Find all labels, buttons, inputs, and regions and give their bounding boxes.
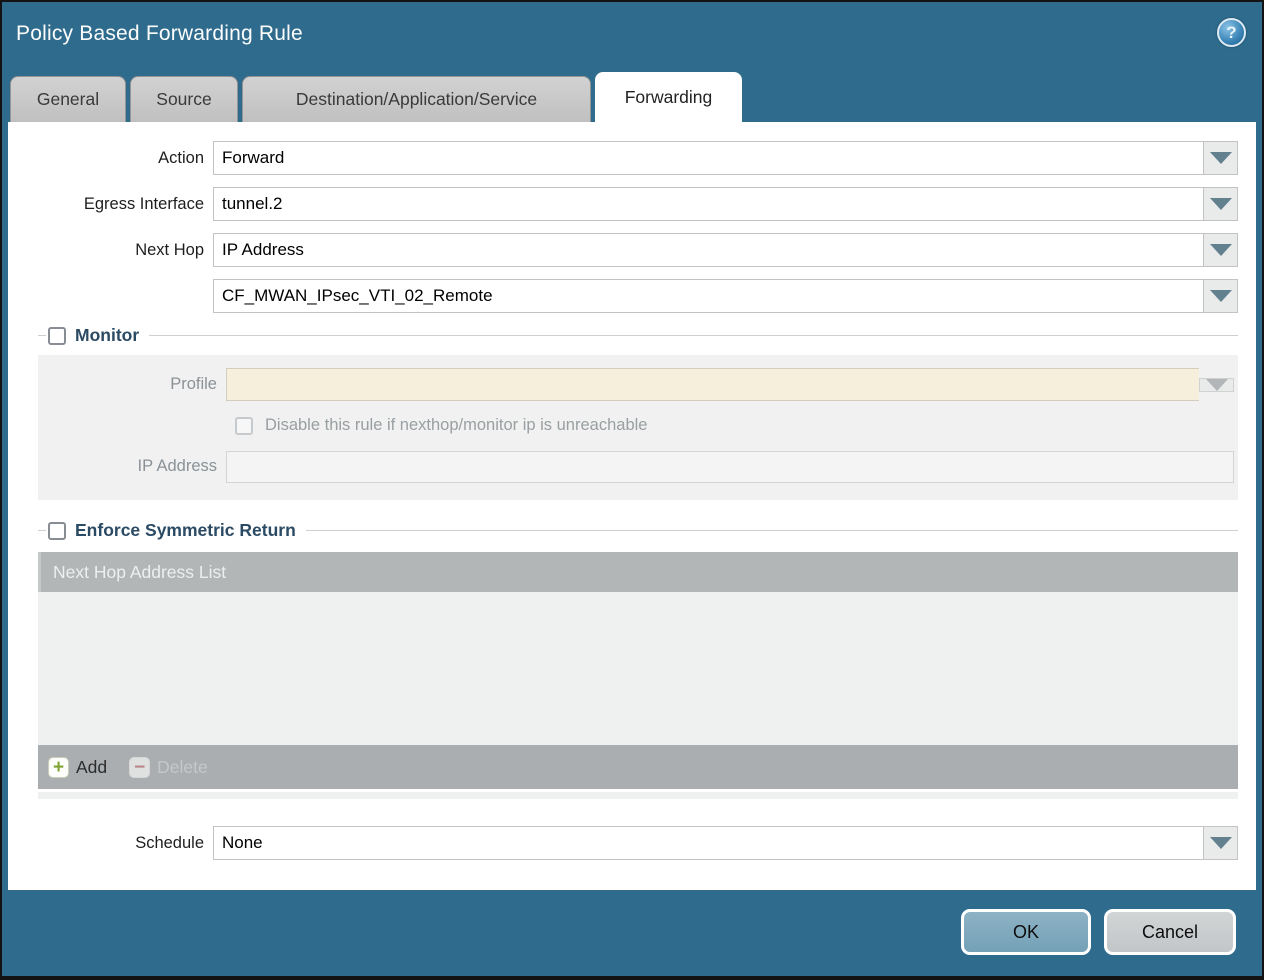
tab-label: Source (156, 89, 211, 110)
enforce-symmetric-return-checkbox[interactable] (48, 522, 66, 540)
table-footer-strip (38, 792, 1238, 799)
disable-rule-checkbox (235, 417, 253, 435)
tab-forwarding[interactable]: Forwarding (595, 72, 742, 122)
delete-button-label: Delete (157, 757, 208, 778)
tab-label: Forwarding (625, 87, 713, 108)
tab-destination-application-service[interactable]: Destination/Application/Service (242, 76, 591, 122)
table-body-empty (38, 592, 1238, 745)
add-button-label: Add (76, 757, 107, 778)
egress-interface-label: Egress Interface (8, 195, 213, 214)
table-button-bar: + Add − Delete (38, 745, 1238, 789)
schedule-select[interactable]: None (213, 826, 1203, 860)
next-hop-address-table: Next Hop Address List + Add − Delete (38, 552, 1238, 799)
add-button[interactable]: + Add (48, 757, 107, 778)
next-hop-address-dropdown-button[interactable] (1203, 279, 1238, 313)
schedule-dropdown-button[interactable] (1203, 826, 1238, 860)
chevron-down-icon (1206, 379, 1228, 391)
monitor-panel: Profile Disable this rule if nexthop/mon… (38, 355, 1238, 500)
action-row: Action Forward (8, 141, 1238, 175)
monitor-legend-label: Monitor (75, 325, 139, 346)
tab-strip: General Source Destination/Application/S… (10, 72, 746, 122)
ip-address-input (226, 451, 1234, 483)
table-column-header: Next Hop Address List (38, 552, 1238, 592)
monitor-section: Monitor Profile Disable this rule if nex… (38, 325, 1238, 500)
action-dropdown-button[interactable] (1203, 141, 1238, 175)
next-hop-dropdown-button[interactable] (1203, 233, 1238, 267)
help-button[interactable]: ? (1217, 18, 1246, 47)
chevron-down-icon (1210, 198, 1232, 210)
divider (38, 335, 46, 336)
egress-interface-row: Egress Interface tunnel.2 (8, 187, 1238, 221)
disable-rule-row: Disable this rule if nexthop/monitor ip … (235, 416, 1234, 435)
schedule-label: Schedule (8, 834, 213, 853)
divider (149, 335, 1238, 336)
action-label: Action (8, 149, 213, 168)
enforce-legend-row: Enforce Symmetric Return (38, 520, 1238, 541)
next-hop-address-select[interactable]: CF_MWAN_IPsec_VTI_02_Remote (213, 279, 1203, 313)
profile-select (226, 368, 1199, 401)
help-icon: ? (1226, 24, 1236, 41)
profile-row: Profile (38, 368, 1234, 401)
next-hop-address-row: CF_MWAN_IPsec_VTI_02_Remote (8, 279, 1238, 313)
egress-interface-dropdown-button[interactable] (1203, 187, 1238, 221)
monitor-legend-row: Monitor (38, 325, 1238, 346)
plus-icon: + (48, 757, 69, 778)
divider (306, 530, 1238, 531)
profile-label: Profile (38, 375, 226, 394)
delete-button: − Delete (129, 757, 208, 778)
dialog-titlebar: Policy Based Forwarding Rule ? (2, 2, 1262, 70)
chevron-down-icon (1210, 244, 1232, 256)
enforce-symmetric-return-section: Enforce Symmetric Return Next Hop Addres… (38, 520, 1238, 799)
chevron-down-icon (1210, 837, 1232, 849)
enforce-legend-label: Enforce Symmetric Return (75, 520, 296, 541)
tab-source[interactable]: Source (130, 76, 238, 122)
monitor-checkbox[interactable] (48, 327, 66, 345)
cancel-button[interactable]: Cancel (1104, 909, 1236, 955)
egress-interface-select[interactable]: tunnel.2 (213, 187, 1203, 221)
policy-based-forwarding-dialog: Policy Based Forwarding Rule ? General S… (0, 0, 1264, 980)
chevron-down-icon (1210, 290, 1232, 302)
next-hop-label: Next Hop (8, 241, 213, 260)
ip-address-label: IP Address (38, 457, 226, 476)
next-hop-select[interactable]: IP Address (213, 233, 1203, 267)
forwarding-tab-panel: Action Forward Egress Interface tunnel.2… (8, 122, 1256, 890)
next-hop-row: Next Hop IP Address (8, 233, 1238, 267)
schedule-row: Schedule None (8, 826, 1238, 860)
tab-general[interactable]: General (10, 76, 126, 122)
disable-rule-label: Disable this rule if nexthop/monitor ip … (265, 416, 647, 435)
page-title: Policy Based Forwarding Rule (16, 22, 303, 46)
dialog-footer: OK Cancel (2, 888, 1262, 976)
divider (38, 530, 46, 531)
profile-dropdown-button (1199, 378, 1234, 392)
tab-label: General (37, 89, 99, 110)
chevron-down-icon (1210, 152, 1232, 164)
minus-icon: − (129, 757, 150, 778)
monitor-ip-address-row: IP Address (38, 450, 1234, 483)
tab-label: Destination/Application/Service (296, 89, 537, 110)
action-select[interactable]: Forward (213, 141, 1203, 175)
ok-button[interactable]: OK (961, 909, 1091, 955)
